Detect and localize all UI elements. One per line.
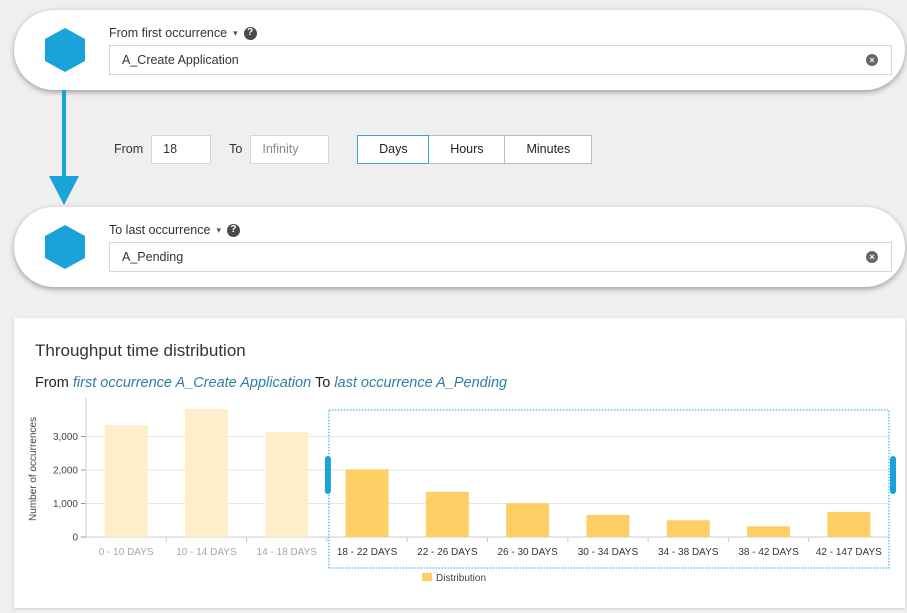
throughput-range-row: From 18 To Infinity Days Hours Minutes [114,134,593,164]
bar[interactable] [586,514,630,537]
to-activity-input[interactable]: A_Pending × [109,242,892,272]
from-occurrence-label[interactable]: From first occurrence ▾ ? [109,26,257,40]
bar[interactable] [747,526,791,537]
from-occurrence-card: From first occurrence ▾ ? A_Create Appli… [14,10,905,90]
throughput-panel: Throughput time distribution From first … [14,318,905,608]
x-tick-label: 30 - 34 DAYS [578,547,639,558]
x-tick-label: 10 - 14 DAYS [176,547,237,558]
unit-hours-button[interactable]: Hours [429,134,506,164]
activity-hexagon-icon [45,28,85,72]
x-tick-label: 0 - 10 DAYS [99,547,154,558]
clear-icon[interactable]: × [866,54,878,66]
unit-days-button[interactable]: Days [357,134,430,164]
y-tick-label: 1,000 [53,499,78,510]
legend-label: Distribution [436,573,486,584]
from-range-label: From [114,142,144,156]
x-tick-label: 26 - 30 DAYS [497,547,558,558]
x-tick-label: 42 - 147 DAYS [816,547,882,558]
bar[interactable] [104,425,148,537]
bar[interactable] [265,432,309,537]
y-tick-label: 3,000 [53,432,78,443]
to-occurrence-label-text: To last occurrence [109,223,211,237]
bar[interactable] [184,409,228,537]
selection-left-handle[interactable] [324,456,331,494]
to-range-input[interactable]: Infinity [250,134,330,164]
activity-hexagon-icon [45,225,85,269]
x-tick-label: 34 - 38 DAYS [658,547,719,558]
to-occurrence-label[interactable]: To last occurrence ▾ ? [109,223,240,237]
caret-down-icon[interactable]: ▾ [233,28,238,39]
time-unit-toggle: Days Hours Minutes [357,134,593,164]
from-activity-value: A_Create Application [122,53,239,67]
legend-swatch-icon [422,573,432,581]
from-activity-input[interactable]: A_Create Application × [109,45,892,75]
from-occurrence-label-text: From first occurrence [109,26,228,40]
bar[interactable] [425,491,469,537]
y-axis-label: Number of occurrences [28,417,39,521]
selection-region[interactable] [328,409,890,569]
y-tick-label: 0 [72,533,78,544]
help-icon[interactable]: ? [226,223,240,237]
x-tick-label: 18 - 22 DAYS [337,547,398,558]
distribution-chart[interactable]: 0 1,000 2,000 3,000 Number of occurrences 0 -… [14,318,905,608]
bar[interactable] [345,469,389,537]
to-activity-value: A_Pending [122,250,184,264]
to-occurrence-card: To last occurrence ▾ ? A_Pending × [14,207,905,287]
bar[interactable] [506,503,550,537]
help-icon[interactable]: ? [243,26,257,40]
caret-down-icon[interactable]: ▾ [216,225,221,236]
clear-icon[interactable]: × [866,251,878,263]
x-tick-label: 14 - 18 DAYS [257,547,318,558]
arrow-down-icon [49,90,79,205]
from-range-input[interactable]: 18 [151,134,212,164]
x-tick-label: 22 - 26 DAYS [417,547,478,558]
selection-right-handle[interactable] [890,456,896,494]
y-tick-label: 2,000 [53,466,78,477]
bar[interactable] [666,520,710,537]
bar[interactable] [827,511,871,537]
unit-minutes-button[interactable]: Minutes [505,134,593,164]
to-range-label: To [229,142,243,156]
x-tick-label: 38 - 42 DAYS [738,547,799,558]
